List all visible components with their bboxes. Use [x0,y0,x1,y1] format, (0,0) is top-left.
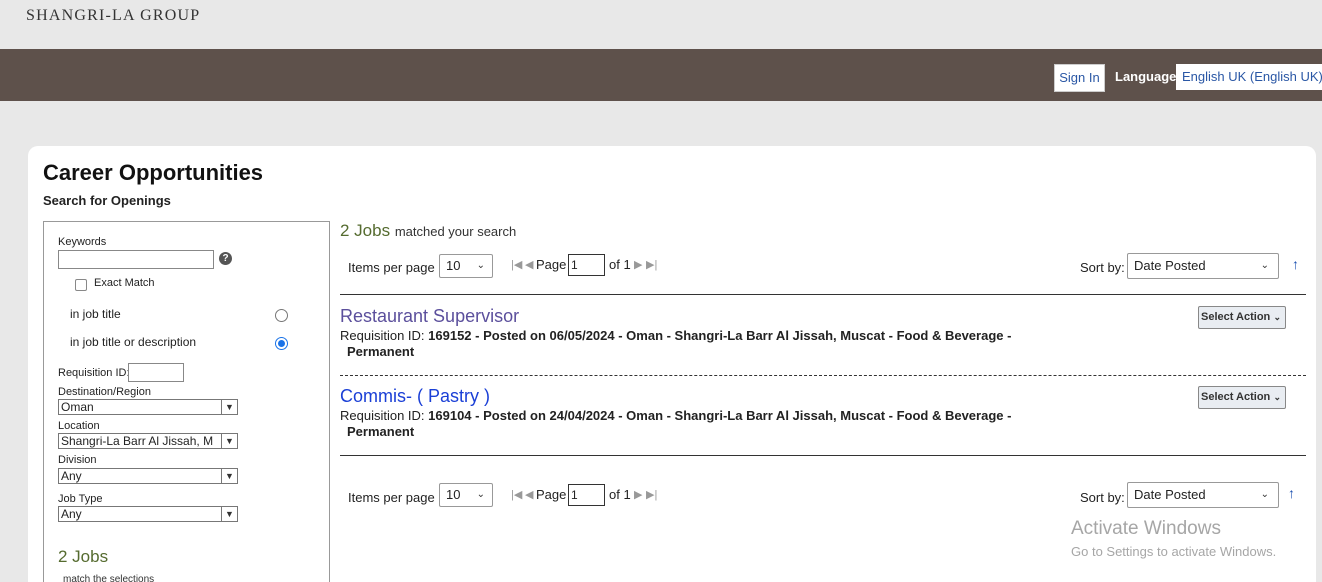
chevron-down-icon: ⌄ [476,260,485,271]
chevron-down-icon: ▼ [221,469,237,483]
page-number-input[interactable]: 1 [568,254,605,276]
page-label: Page [536,487,567,502]
prev-page-icon[interactable]: ◀ [525,258,533,271]
requisition-id-input[interactable] [128,363,184,382]
next-page-icon[interactable]: ▶ [634,488,642,501]
page-label: Page [536,257,567,272]
keywords-input[interactable] [58,250,214,269]
activate-windows-subtitle: Go to Settings to activate Windows. [1071,544,1277,559]
destination-label: Destination/Region [58,386,151,398]
requisition-id: 169152 [428,328,472,343]
destination-value: Oman [61,400,94,414]
requisition-id-label: Requisition ID: [58,367,130,379]
last-page-icon[interactable]: ▶| [646,258,657,271]
requisition-id: 169104 [428,408,472,423]
chevron-down-icon: ▼ [221,507,237,521]
page-title: Career Opportunities [43,160,264,185]
job-title-link[interactable]: Restaurant Supervisor [340,306,519,327]
items-per-page-select[interactable]: 10 ⌄ [439,254,493,278]
sort-direction-icon[interactable]: ↑ [1292,256,1299,272]
location-label: Location [58,420,100,432]
sort-by-label: Sort by: [1080,490,1125,505]
location-select[interactable]: Shangri-La Barr Al Jissah, M ▼ [58,433,238,449]
job-type-label: Job Type [58,493,103,505]
job-meta: Requisition ID: 169104 - Posted on 24/04… [340,408,1011,423]
job-type-value: Any [61,507,82,521]
sort-by-select[interactable]: Date Posted ⌄ [1127,253,1279,279]
items-per-page-select[interactable]: 10 ⌄ [439,483,493,507]
sort-by-value: Date Posted [1134,258,1206,273]
language-label: Language [1115,69,1177,84]
exact-match-checkbox[interactable] [75,279,87,291]
help-icon[interactable]: ? [219,252,232,265]
exact-match-label: Exact Match [94,277,155,289]
select-action-label: Select Action [1201,391,1271,403]
page-of-label: of 1 [609,257,631,272]
first-page-icon[interactable]: |◀ [511,488,522,501]
select-action-button[interactable]: Select Action ⌄ [1198,306,1286,329]
last-page-icon[interactable]: ▶| [646,488,657,501]
sort-by-value: Date Posted [1134,487,1206,502]
first-page-icon[interactable]: |◀ [511,258,522,271]
chevron-down-icon: ⌄ [1273,392,1281,402]
requisition-prefix: Requisition ID: [340,328,429,343]
select-action-label: Select Action [1201,311,1271,323]
division-label: Division [58,454,97,466]
job-type-select[interactable]: Any ▼ [58,506,238,522]
select-action-button[interactable]: Select Action ⌄ [1198,386,1286,409]
prev-page-icon[interactable]: ◀ [525,488,533,501]
results-count: 2 Jobs matched your search [340,221,516,241]
location-value: Shangri-La Barr Al Jissah, M [61,434,214,448]
results-count-number: 2 Jobs [340,221,391,240]
language-selector[interactable]: English UK (English UK) [1176,64,1322,90]
chevron-down-icon: ⌄ [1260,489,1269,500]
in-job-title-or-description-label: in job title or description [70,335,197,349]
job-posted-info: - Posted on 06/05/2024 - Oman - Shangri-… [471,328,1012,343]
sign-in-button[interactable]: Sign In [1054,64,1105,92]
results-divider [340,294,1306,295]
results-divider [340,455,1306,456]
job-separator [340,375,1306,376]
division-value: Any [61,469,82,483]
items-per-page-value: 10 [446,258,461,273]
items-per-page-label: Items per page [348,490,435,505]
chevron-down-icon: ⌄ [476,489,485,500]
filter-job-count: 2 Jobs [58,547,109,566]
chevron-down-icon: ⌄ [1260,260,1269,271]
sort-by-select[interactable]: Date Posted ⌄ [1127,482,1279,508]
in-job-title-or-description-radio[interactable] [275,337,288,350]
page-of-label: of 1 [609,487,631,502]
chevron-down-icon: ▼ [221,434,237,448]
in-job-title-radio[interactable] [275,309,288,322]
requisition-prefix: Requisition ID: [340,408,429,423]
chevron-down-icon: ▼ [221,400,237,414]
job-type: Permanent [347,344,415,359]
sort-by-label: Sort by: [1080,260,1125,275]
filter-count-subtext: match the selections [63,574,155,582]
job-posted-info: - Posted on 24/04/2024 - Oman - Shangri-… [471,408,1012,423]
keywords-label: Keywords [58,236,107,248]
job-meta: Requisition ID: 169152 - Posted on 06/05… [340,328,1011,343]
in-job-title-label: in job title [70,307,121,321]
division-select[interactable]: Any ▼ [58,468,238,484]
next-page-icon[interactable]: ▶ [634,258,642,271]
destination-select[interactable]: Oman ▼ [58,399,238,415]
brand-logo[interactable]: SHANGRI-LA GROUP [26,7,200,25]
page-subtitle: Search for Openings [43,193,171,208]
sort-direction-icon[interactable]: ↑ [1288,485,1295,501]
items-per-page-value: 10 [446,487,461,502]
results-count-suffix: matched your search [394,224,517,239]
page-number-input[interactable]: 1 [568,484,605,506]
job-type: Permanent [347,424,415,439]
items-per-page-label: Items per page [348,260,435,275]
chevron-down-icon: ⌄ [1273,312,1281,322]
job-title-link[interactable]: Commis- ( Pastry ) [340,386,490,407]
activate-windows-title: Activate Windows [1071,518,1221,539]
